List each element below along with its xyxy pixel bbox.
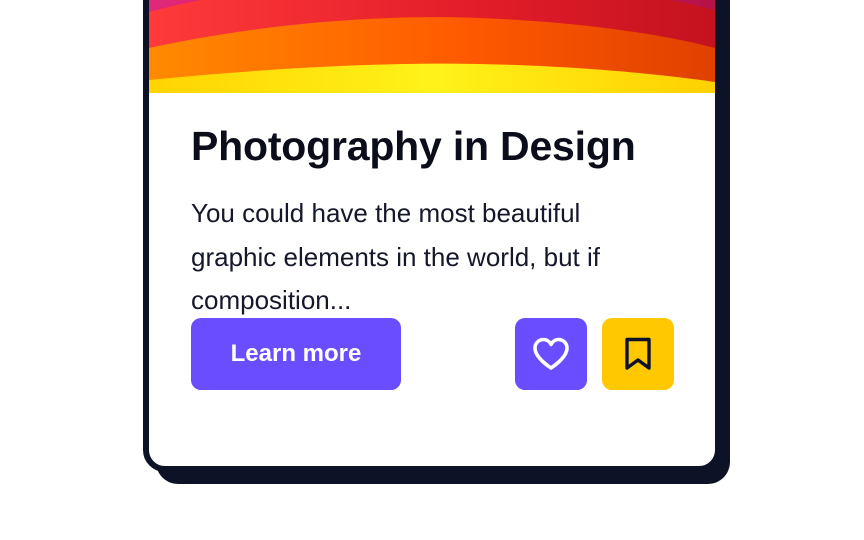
learn-more-button[interactable]: Learn more (191, 318, 401, 390)
card-title: Photography in Design (191, 123, 636, 169)
heart-icon (532, 337, 570, 371)
card-description: You could have the most beautiful graphi… (191, 198, 600, 315)
article-card: Photography in Design You could have the… (143, 0, 721, 472)
stage: Photography in Design You could have the… (0, 0, 864, 540)
bookmark-icon (623, 337, 653, 371)
like-button[interactable] (515, 318, 587, 390)
bookmark-button[interactable] (602, 318, 674, 390)
card-cover-image (149, 0, 715, 93)
